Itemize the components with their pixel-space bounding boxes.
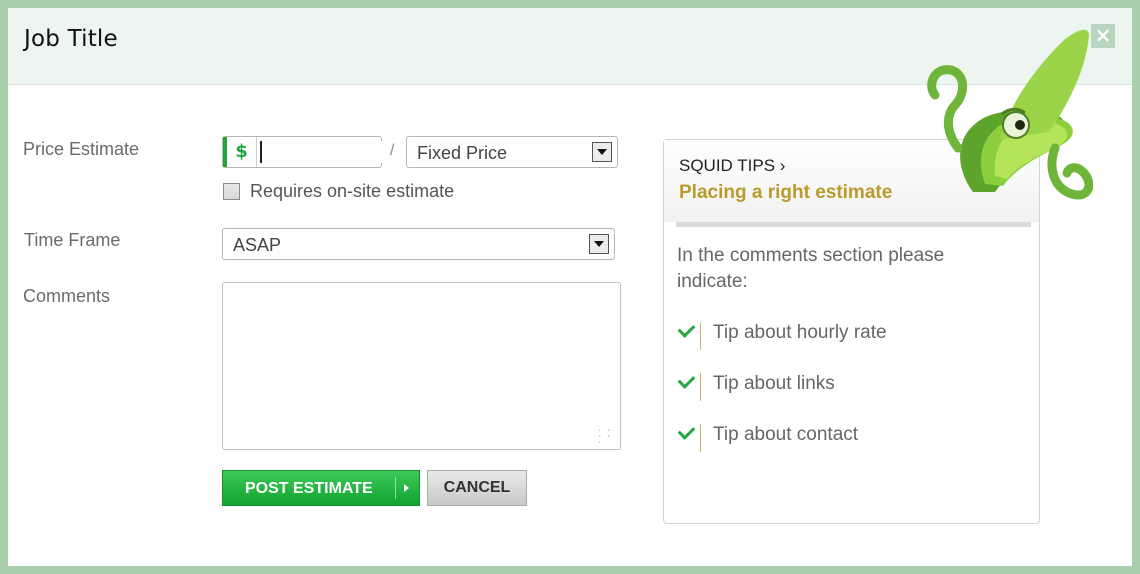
chevron-down-icon (589, 234, 609, 254)
play-arrow-icon (404, 484, 409, 492)
tips-subtitle: Placing a right estimate (679, 182, 893, 203)
tip-text: Tip about contact (713, 424, 859, 445)
button-divider (395, 477, 396, 499)
timeframe-label: Time Frame (24, 230, 121, 250)
tip-text: Tip about links (713, 373, 835, 394)
tip-divider (700, 322, 701, 350)
separator-slash: / (390, 142, 395, 159)
comments-input[interactable] (222, 282, 621, 450)
page-title: Job Title (24, 26, 118, 52)
job-dialog: Job Title × Price Estimate $ / Fixed Pri… (8, 8, 1132, 566)
close-icon: × (1094, 23, 1112, 47)
post-estimate-button[interactable]: POST ESTIMATE (222, 470, 420, 506)
check-icon (677, 371, 696, 389)
onsite-checkbox[interactable] (223, 183, 240, 200)
price-estimate-label: Price Estimate (23, 139, 140, 159)
close-button[interactable]: × (1091, 24, 1115, 48)
tip-text: Tip about hourly rate (713, 322, 887, 343)
tips-title-link[interactable]: SQUID TIPS › (679, 156, 785, 176)
tip-divider (700, 424, 701, 452)
squid-mascot (927, 29, 1093, 200)
check-icon (677, 320, 696, 338)
comments-label: Comments (23, 286, 111, 306)
pricing-type-value: Fixed Price (417, 143, 508, 163)
cancel-button[interactable]: CANCEL (427, 470, 527, 506)
timeframe-value: ASAP (233, 235, 282, 255)
dollar-icon: $ (223, 137, 257, 167)
resize-grip-icon[interactable]: · · · · · (598, 425, 614, 448)
post-estimate-label: POST ESTIMATE (245, 480, 373, 497)
check-icon (677, 422, 696, 440)
tips-divider (676, 222, 1031, 227)
pricing-type-select[interactable]: Fixed Price (406, 136, 618, 168)
onsite-label: Requires on-site estimate (250, 181, 455, 201)
tips-intro: In the comments section please indicate: (677, 245, 945, 292)
timeframe-select[interactable]: ASAP (222, 228, 615, 260)
chevron-down-icon (592, 142, 612, 162)
tip-divider (700, 373, 701, 401)
price-input[interactable] (260, 141, 386, 163)
price-field[interactable]: $ (222, 136, 386, 168)
